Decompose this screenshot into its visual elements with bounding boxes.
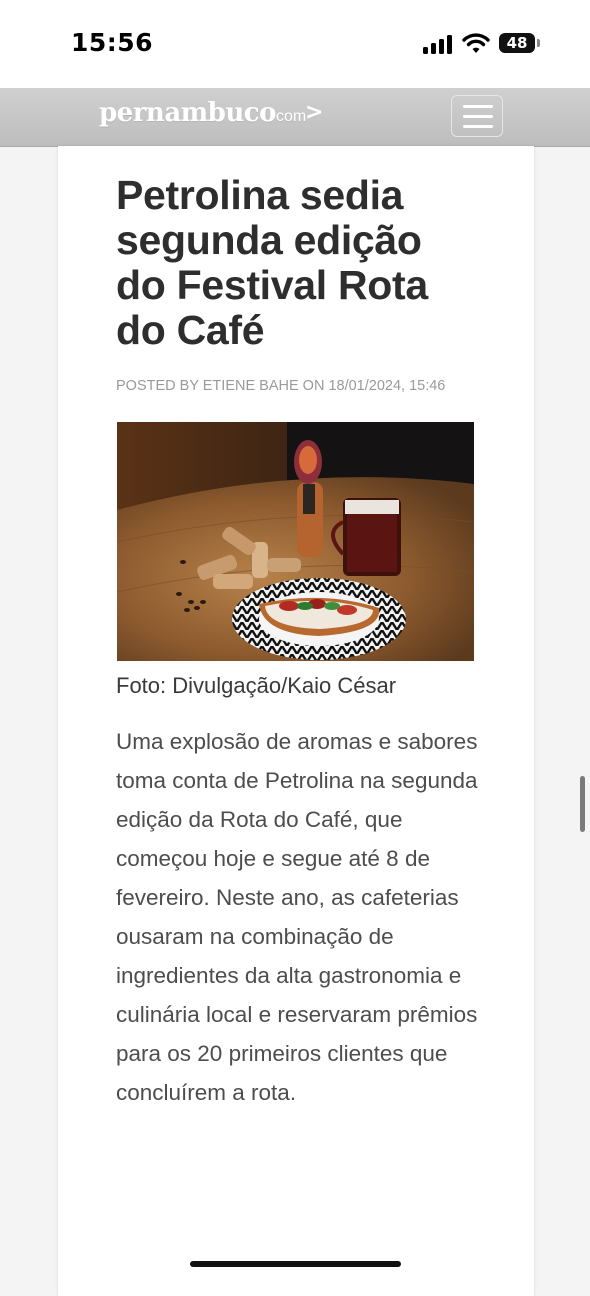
logo-arrow[interactable]: > (305, 100, 323, 125)
home-indicator[interactable] (190, 1261, 401, 1267)
logo-main: pernambuco (99, 98, 276, 128)
article-photo (117, 422, 474, 661)
wifi-icon (462, 33, 490, 53)
cellular-signal-icon (423, 34, 455, 54)
battery-cap (537, 39, 540, 47)
battery-icon: 48 (499, 33, 535, 53)
site-header: pernambucocom > (0, 88, 590, 147)
logo-suffix: com (275, 108, 307, 125)
article-title: Petrolina sedia segunda edição do Festiv… (116, 172, 428, 353)
article-body: Uma explosão de aromas e sabores toma co… (116, 729, 478, 1105)
battery-level: 48 (506, 34, 528, 52)
scrollbar[interactable] (580, 776, 585, 832)
status-time: 15:56 (71, 28, 154, 57)
status-bar: 15:56 48 (0, 0, 590, 88)
site-logo[interactable]: pernambucocom (99, 98, 306, 128)
menu-button[interactable] (451, 95, 503, 137)
photo-caption: Foto: Divulgação/Kaio César (116, 673, 397, 698)
article-meta: POSTED BY ETIENE BAHE ON 18/01/2024, 15:… (116, 378, 446, 394)
hamburger-menu-icon (463, 105, 493, 108)
